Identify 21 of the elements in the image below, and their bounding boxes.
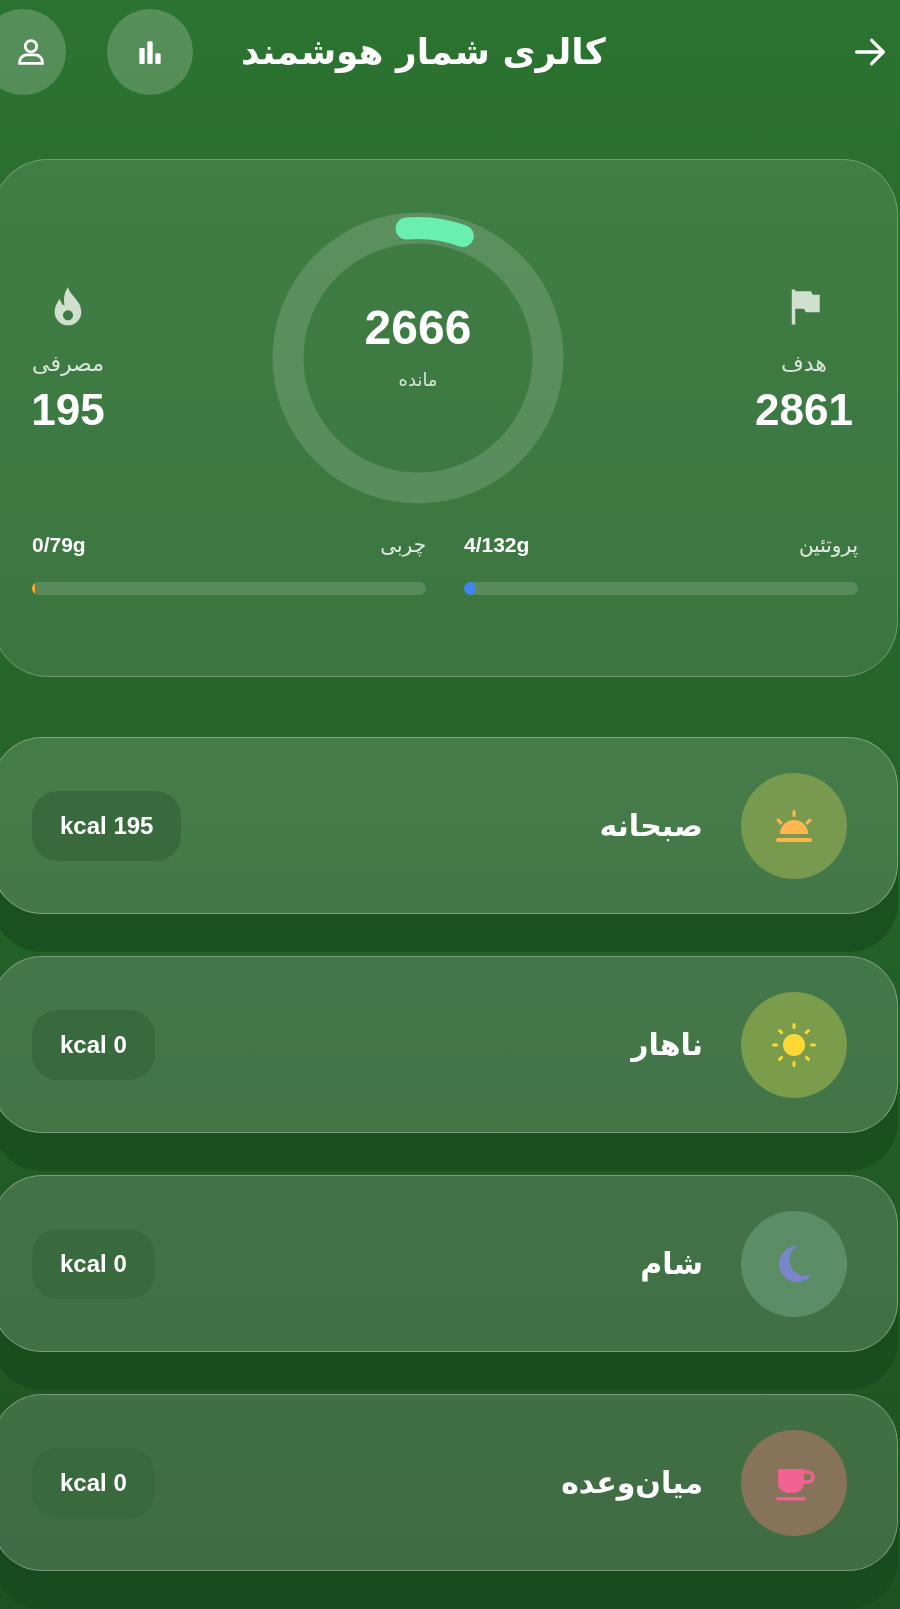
macro-amount: 4/132g bbox=[464, 532, 530, 559]
meal-name: میان‌وعده bbox=[561, 1464, 703, 1503]
calorie-badge: kcal 0 bbox=[32, 1009, 155, 1080]
macro-name: چربی bbox=[380, 532, 426, 559]
calorie-badge: kcal 0 bbox=[32, 1228, 155, 1299]
sun-icon bbox=[770, 1020, 818, 1069]
consumed-value: 195 bbox=[31, 387, 105, 432]
profile-button[interactable] bbox=[0, 9, 66, 95]
meal-name: شام bbox=[640, 1245, 703, 1284]
goal-value: 2861 bbox=[755, 387, 853, 432]
macro-name: پروتئین bbox=[798, 532, 858, 560]
goal-label: هدف bbox=[781, 349, 827, 378]
calorie-badge: kcal 0 bbox=[32, 1447, 155, 1518]
meal-name: ناهار bbox=[631, 1026, 703, 1064]
remaining-label: مانده bbox=[398, 367, 438, 392]
calorie-badge: kcal 195 bbox=[32, 790, 182, 861]
remaining-value: 2666 bbox=[364, 303, 472, 352]
consumed-label: مصرفی bbox=[32, 349, 104, 378]
meal-name: صبحانه bbox=[599, 807, 703, 845]
app-title: کالری شمار هوشمند bbox=[241, 30, 606, 75]
macro-amount: 0/79g bbox=[32, 532, 86, 559]
